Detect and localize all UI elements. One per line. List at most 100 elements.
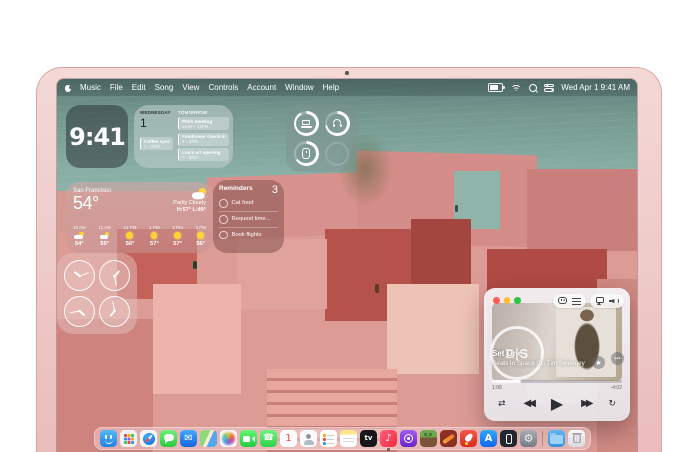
reminders-widget[interactable]: Reminders 3 Cat food Request time... — [213, 180, 284, 253]
menu-bar: Music File Edit Song View Controls Accou… — [57, 79, 637, 96]
play-button[interactable]: ▶ — [551, 396, 563, 412]
repeat-button[interactable]: ↻ — [608, 400, 616, 409]
hour-temp: 56° — [196, 241, 205, 247]
close-button[interactable] — [493, 297, 500, 304]
status-area: Wed Apr 1 9:41 AM — [488, 83, 630, 92]
menu-item[interactable]: Help — [323, 83, 339, 92]
progress-bar[interactable] — [492, 380, 622, 383]
reminder-checkbox[interactable] — [219, 231, 228, 240]
world-clock-widget[interactable] — [57, 253, 137, 334]
previous-button[interactable]: ◀◀ — [524, 399, 533, 409]
dock-downloads-folder[interactable] — [548, 430, 565, 447]
search-icon[interactable] — [529, 84, 537, 92]
airplay-icon[interactable] — [595, 297, 604, 305]
dock-podcasts[interactable] — [400, 430, 417, 447]
device-battery-icon — [302, 148, 310, 159]
menu-item[interactable]: Song — [155, 83, 174, 92]
weather-hour: 2 PM 57° — [172, 225, 183, 247]
menu-item[interactable]: Controls — [208, 83, 238, 92]
cloud-sun-icon — [74, 232, 84, 240]
wallpaper-shape — [153, 284, 241, 394]
more-button[interactable]: ••• — [611, 352, 624, 365]
sun-icon — [151, 232, 158, 240]
hour-temp: 54° — [75, 241, 84, 247]
dock-messages[interactable] — [160, 430, 177, 447]
next-button[interactable]: ▶▶ — [581, 399, 590, 409]
dock-finder[interactable] — [100, 430, 117, 447]
dock-rocket-game[interactable] — [460, 430, 477, 447]
ellipsis-icon: ••• — [614, 356, 621, 362]
calendar-tomorrow-column: TOMORROW Pitch meeting 11AM – 12PM Fundr… — [178, 110, 229, 163]
wallpaper-person — [193, 261, 197, 269]
dock-mail[interactable]: ✉ — [180, 430, 197, 447]
weather-hour: 11 AM 55° — [98, 225, 110, 247]
hour-label: 11 AM — [98, 225, 110, 230]
wifi-icon[interactable] — [510, 84, 522, 91]
dock-drawing-app[interactable] — [440, 430, 457, 447]
battery-icon[interactable] — [488, 83, 503, 92]
reminders-header: Reminders 3 — [219, 185, 278, 196]
menu-item[interactable]: Account — [247, 83, 276, 92]
apple-menu-icon[interactable] — [64, 83, 72, 92]
batteries-widget[interactable] — [286, 104, 357, 172]
dock-apps: ✉ ☎ — [100, 430, 537, 447]
app-icon-glyph: tv — [365, 435, 373, 442]
world-clock-2 — [99, 260, 130, 291]
dock-notes[interactable] — [340, 430, 357, 447]
favorite-button[interactable]: ★ — [592, 356, 605, 369]
device-battery-icon — [301, 120, 312, 128]
dock-settings[interactable]: ⚙ — [520, 430, 537, 447]
minimize-button[interactable] — [504, 297, 511, 304]
reminder-checkbox[interactable] — [219, 199, 228, 208]
dock-facetime[interactable] — [240, 430, 257, 447]
dock-app-store[interactable]: A — [480, 430, 497, 447]
menu-item[interactable]: View — [182, 83, 199, 92]
dock-launchpad[interactable] — [120, 430, 137, 447]
calendar-event[interactable]: Fundraiser check-in 3 – 4PM — [178, 133, 229, 146]
dock-contacts[interactable] — [300, 430, 317, 447]
calendar-widget[interactable]: WEDNESDAY 1 Coffee sync 1 – 2PM TOMORROW — [134, 105, 233, 168]
dock-phone[interactable]: ☎ — [260, 430, 277, 447]
dock-game[interactable] — [420, 430, 437, 447]
dock-trash[interactable] — [568, 430, 585, 447]
clock-widget[interactable]: 9:41 — [66, 105, 128, 168]
reminder-label: Request time... — [232, 216, 271, 222]
weather-widget[interactable]: San Francisco 54° Partly Cloudy H:57° L:… — [66, 182, 213, 253]
cloud-sun-icon — [192, 188, 206, 199]
screenshot-stage: Music File Edit Song View Controls Accou… — [0, 0, 696, 452]
weather-current: San Francisco 54° — [73, 188, 111, 213]
event-title: Coffee sync — [144, 139, 170, 144]
dock-music[interactable]: ♪ — [380, 430, 397, 447]
volume-icon[interactable] — [609, 297, 619, 305]
hour-label: 10 AM — [73, 225, 86, 230]
reminder-checkbox[interactable] — [219, 215, 228, 224]
app-icon-glyph: ♪ — [385, 434, 391, 444]
zoom-button[interactable] — [514, 297, 521, 304]
queue-icon[interactable] — [572, 298, 581, 305]
dock-reminders[interactable] — [320, 430, 337, 447]
dock-calendar[interactable]: 1 — [280, 430, 297, 447]
menu-item[interactable]: Music — [80, 83, 101, 92]
shuffle-button[interactable]: ⇄ — [498, 400, 506, 409]
calendar-event[interactable]: Pitch meeting 11AM – 12PM — [178, 117, 229, 130]
dock-safari[interactable] — [140, 430, 157, 447]
weather-hour: 3 PM 56° — [195, 225, 206, 247]
menu-clock[interactable]: Wed Apr 1 9:41 AM — [561, 83, 630, 92]
lyrics-icon[interactable] — [558, 297, 567, 305]
menu-item[interactable]: Window — [285, 83, 313, 92]
calendar-event[interactable]: Coffee sync 1 – 2PM — [140, 137, 173, 150]
sun-icon — [126, 232, 133, 240]
dock-maps[interactable] — [200, 430, 217, 447]
menu-item[interactable]: Edit — [132, 83, 146, 92]
dock-photos[interactable] — [220, 430, 237, 447]
menu-item[interactable]: File — [110, 83, 123, 92]
calendar-event[interactable]: Lou's art opening 7 – 8PM — [178, 148, 229, 161]
wallpaper-person — [455, 205, 458, 212]
reminders-title: Reminders — [219, 185, 253, 192]
hour-temp: 57° — [150, 241, 159, 247]
hour-temp: 57° — [173, 241, 182, 247]
control-center-icon[interactable] — [544, 83, 554, 92]
dock-iphone-mirroring[interactable] — [500, 430, 517, 447]
dock-tv[interactable]: tv — [360, 430, 377, 447]
app-icon-glyph: ☎ — [263, 434, 274, 443]
